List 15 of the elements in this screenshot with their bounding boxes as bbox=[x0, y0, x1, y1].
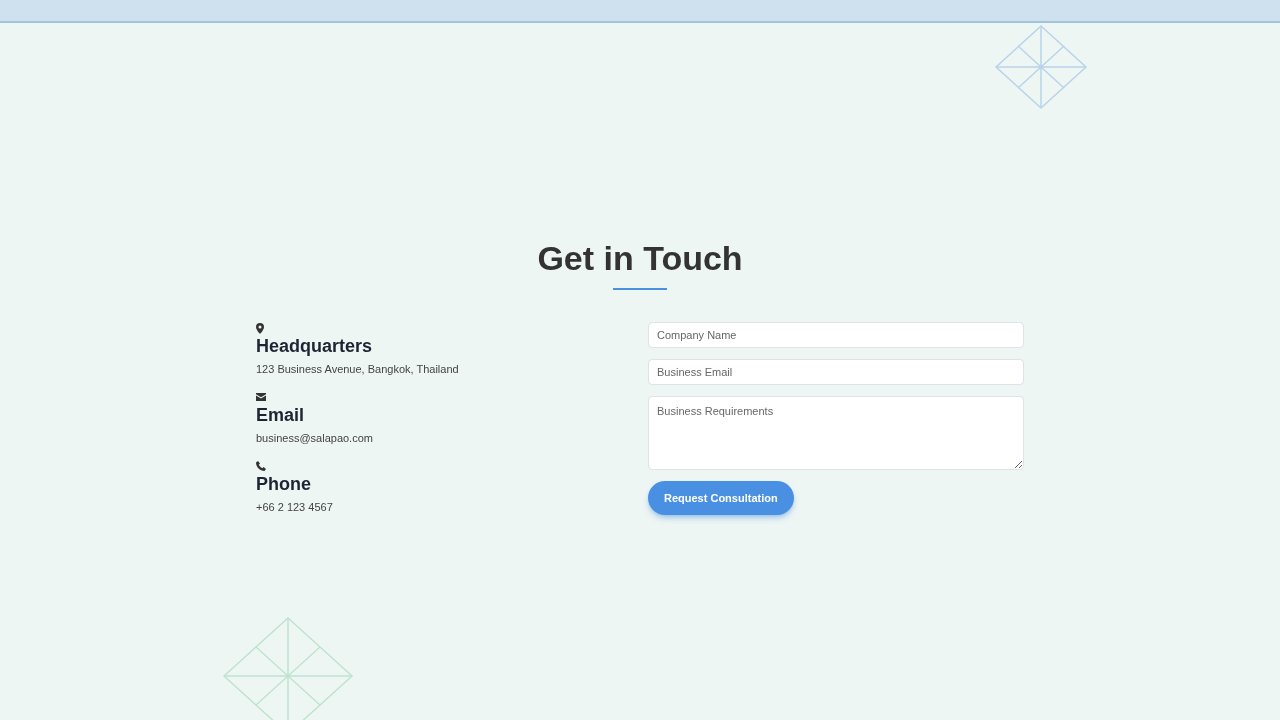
envelope-icon bbox=[256, 393, 266, 401]
contact-title: Phone bbox=[256, 473, 311, 496]
contact-title: Headquarters bbox=[256, 335, 373, 358]
contact-detail: +66 2 123 4567 bbox=[256, 500, 333, 515]
location-pin-icon bbox=[256, 322, 264, 334]
input-field[interactable]: Company Name bbox=[648, 322, 1024, 348]
contact-detail: business@salapao.com bbox=[256, 431, 373, 446]
contact-title: Email bbox=[256, 404, 305, 427]
requirements-field[interactable]: Business Requirements bbox=[648, 396, 1024, 470]
section-heading: Get in Touch bbox=[537, 238, 743, 279]
heading-underline bbox=[613, 288, 667, 290]
contact-detail: 123 Business Avenue, Bangkok, Thailand bbox=[256, 362, 459, 377]
input-field[interactable]: Business Email bbox=[648, 359, 1024, 385]
phone-icon bbox=[256, 461, 266, 471]
request-consultation-button[interactable]: Request Consultation bbox=[648, 481, 794, 515]
